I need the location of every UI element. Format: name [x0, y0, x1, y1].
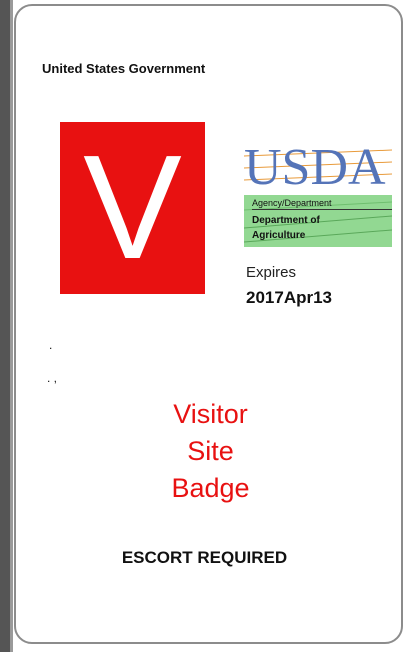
expires-label: Expires — [246, 264, 297, 281]
expires-date: 2017Apr13 — [246, 288, 333, 307]
usda-logo-text: USDA — [244, 139, 386, 196]
visitor-letter-block: V — [60, 122, 205, 294]
escort-required-text: ESCORT REQUIRED — [121, 548, 288, 567]
small-mark-2: . , — [47, 371, 58, 385]
government-title: United States Government — [42, 61, 206, 76]
visitor-text-line-1: Visitor — [173, 399, 248, 429]
usda-department-line1: Department of — [252, 215, 320, 226]
usda-logo: USDA Agency/Department Department of Agr… — [244, 142, 392, 252]
small-mark-1: . — [49, 338, 53, 352]
visitor-text-line-2: Site — [187, 436, 234, 466]
usda-department-line2: Agriculture — [252, 230, 306, 241]
usda-agency-label: Agency/Department — [252, 197, 392, 210]
visitor-text-line-3: Badge — [171, 473, 250, 503]
visitor-site-badge-text: Visitor Site Badge — [0, 396, 409, 507]
